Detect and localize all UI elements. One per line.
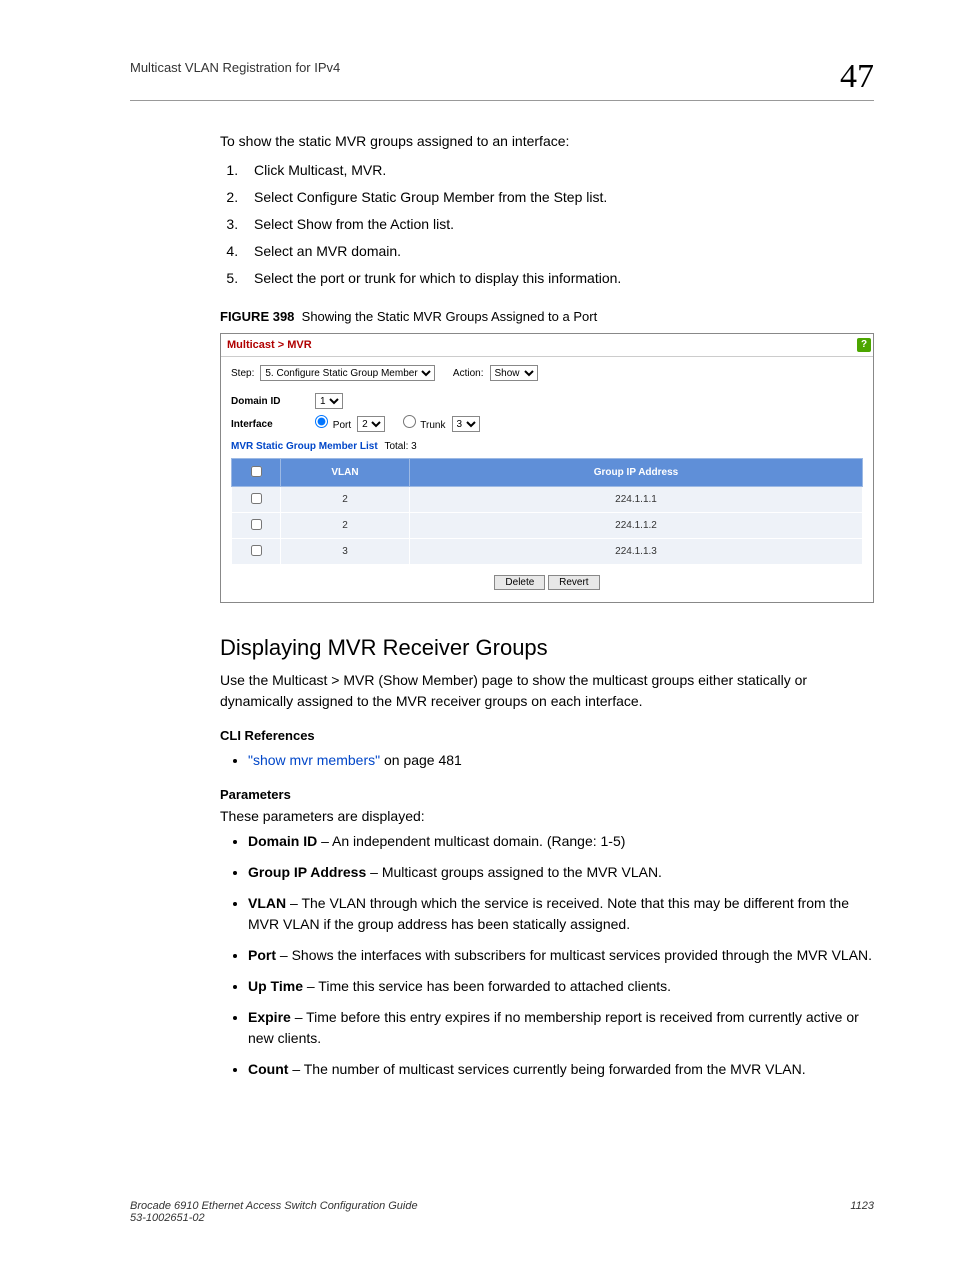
table-row: 2 224.1.1.2 <box>232 513 863 539</box>
delete-button[interactable]: Delete <box>494 575 545 590</box>
footer-page-number: 1123 <box>850 1200 874 1224</box>
params-head: Parameters <box>220 785 874 805</box>
step-item: Click Multicast, MVR. <box>242 160 874 181</box>
row-checkbox[interactable] <box>251 519 262 530</box>
chapter-number: 47 <box>840 60 874 94</box>
footer-title: Brocade 6910 Ethernet Access Switch Conf… <box>130 1200 418 1212</box>
trunk-radio-label[interactable]: Trunk <box>403 415 446 433</box>
step-item: Select Show from the Action list. <box>242 214 874 235</box>
param-item: VLAN – The VLAN through which the servic… <box>248 893 874 935</box>
page-header: Multicast VLAN Registration for IPv4 47 <box>130 60 874 101</box>
param-item: Expire – Time before this entry expires … <box>248 1007 874 1049</box>
cli-ref-item: "show mvr members" on page 481 <box>248 750 874 771</box>
panel-header: Multicast > MVR ? <box>221 334 873 358</box>
select-all-checkbox[interactable] <box>251 466 262 477</box>
config-panel: Multicast > MVR ? Step: 5. Configure Sta… <box>220 333 874 604</box>
breadcrumb: Multicast > MVR <box>227 337 312 354</box>
action-label: Action: <box>453 366 484 381</box>
figure-caption: FIGURE 398 Showing the Static MVR Groups… <box>220 307 874 327</box>
param-item: Port – Shows the interfaces with subscri… <box>248 945 874 966</box>
col-vlan: VLAN <box>281 459 410 487</box>
domain-select[interactable]: 1 <box>315 393 343 409</box>
figure-label: FIGURE 398 <box>220 309 294 324</box>
port-select[interactable]: 2 <box>357 416 385 432</box>
step-select[interactable]: 5. Configure Static Group Member <box>260 365 435 381</box>
step-item: Select the port or trunk for which to di… <box>242 268 874 289</box>
cli-link[interactable]: "show mvr members" <box>248 752 380 768</box>
page-footer: Brocade 6910 Ethernet Access Switch Conf… <box>130 1200 874 1224</box>
step-item: Select an MVR domain. <box>242 241 874 262</box>
section-heading: Displaying MVR Receiver Groups <box>220 631 874 664</box>
param-item: Count – The number of multicast services… <box>248 1059 874 1080</box>
interface-label: Interface <box>231 417 309 432</box>
list-label: MVR Static Group Member List <box>231 441 378 452</box>
param-item: Up Time – Time this service has been for… <box>248 976 874 997</box>
params-intro: These parameters are displayed: <box>220 806 874 827</box>
col-checkbox <box>232 459 281 487</box>
content-area: To show the static MVR groups assigned t… <box>220 131 874 1080</box>
section-desc: Use the Multicast > MVR (Show Member) pa… <box>220 670 874 712</box>
row-checkbox[interactable] <box>251 493 262 504</box>
intro-text: To show the static MVR groups assigned t… <box>220 131 874 152</box>
table-row: 3 224.1.1.3 <box>232 539 863 565</box>
footer-doc-id: 53-1002651-02 <box>130 1212 418 1224</box>
trunk-select[interactable]: 3 <box>452 416 480 432</box>
action-select[interactable]: Show <box>490 365 538 381</box>
row-checkbox[interactable] <box>251 545 262 556</box>
cli-head: CLI References <box>220 726 874 746</box>
trunk-radio[interactable] <box>403 415 416 428</box>
member-table: VLAN Group IP Address 2 224.1.1.1 2 224.… <box>231 458 863 565</box>
cli-tail: on page 481 <box>380 752 462 768</box>
param-list: Domain ID – An independent multicast dom… <box>220 831 874 1080</box>
figure-text: Showing the Static MVR Groups Assigned t… <box>302 309 598 324</box>
param-item: Group IP Address – Multicast groups assi… <box>248 862 874 883</box>
revert-button[interactable]: Revert <box>548 575 599 590</box>
help-icon[interactable]: ? <box>857 338 871 352</box>
col-gip: Group IP Address <box>410 459 863 487</box>
header-title: Multicast VLAN Registration for IPv4 <box>130 60 340 75</box>
step-list: Click Multicast, MVR. Select Configure S… <box>220 160 874 289</box>
port-radio-label[interactable]: Port <box>315 415 351 433</box>
domain-label: Domain ID <box>231 394 309 409</box>
port-radio[interactable] <box>315 415 328 428</box>
table-row: 2 224.1.1.1 <box>232 487 863 513</box>
step-item: Select Configure Static Group Member fro… <box>242 187 874 208</box>
step-label: Step: <box>231 366 254 381</box>
list-total: Total: 3 <box>384 441 416 452</box>
param-item: Domain ID – An independent multicast dom… <box>248 831 874 852</box>
